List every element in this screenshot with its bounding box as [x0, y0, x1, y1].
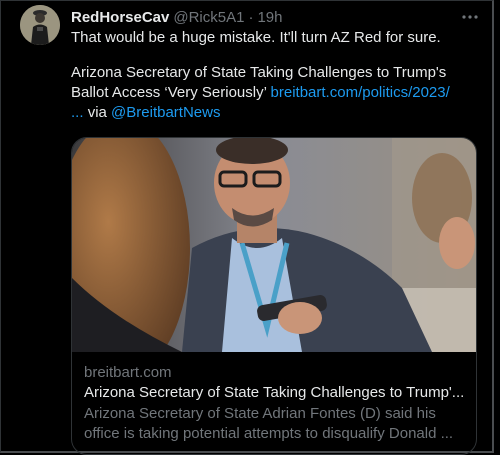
avatar-image [20, 5, 60, 45]
mention-link[interactable]: @BreitbartNews [111, 104, 220, 121]
tweet-text: That would be a huge mistake. It'll turn… [71, 28, 483, 123]
via-text: via [87, 104, 107, 121]
separator-dot: · [248, 8, 254, 26]
link-preview-card[interactable]: breitbart.com Arizona Secretary of State… [71, 137, 477, 455]
article-link[interactable]: breitbart.com/politics/2023/ [271, 84, 450, 101]
card-description-line: Arizona Secretary of State Adrian Fontes… [84, 405, 436, 422]
card-description-line: office is taking potential attempts to d… [84, 425, 454, 442]
headline-line-text: Ballot Access ‘Very Seriously’ [71, 84, 267, 101]
via-line: ... via @BreitbartNews [71, 103, 483, 123]
card-description: Arizona Secretary of State Adrian Fontes… [84, 404, 469, 444]
tweet-text-line: That would be a huge mistake. It'll turn… [71, 29, 441, 46]
card-domain: breitbart.com [84, 364, 172, 381]
headline-line: Arizona Secretary of State Taking Challe… [71, 64, 447, 81]
card-title[interactable]: Arizona Secretary of State Taking Challe… [84, 384, 469, 401]
headline-line-with-link: Ballot Access ‘Very Seriously’ breitbart… [71, 83, 483, 103]
more-horizontal-icon [462, 15, 478, 19]
timestamp[interactable]: 19h [257, 9, 282, 26]
tweet-header: RedHorseCav @Rick5A1 · 19h [71, 7, 283, 27]
user-handle[interactable]: @Rick5A1 [173, 9, 244, 26]
display-name[interactable]: RedHorseCav [71, 9, 169, 26]
link-ellipsis[interactable]: ... [71, 104, 84, 121]
article-photo [72, 138, 476, 352]
tweet[interactable]: RedHorseCav @Rick5A1 · 19h That would be… [0, 0, 494, 455]
card-image[interactable] [72, 138, 476, 352]
more-options-button[interactable] [460, 7, 480, 27]
avatar[interactable] [20, 5, 60, 45]
